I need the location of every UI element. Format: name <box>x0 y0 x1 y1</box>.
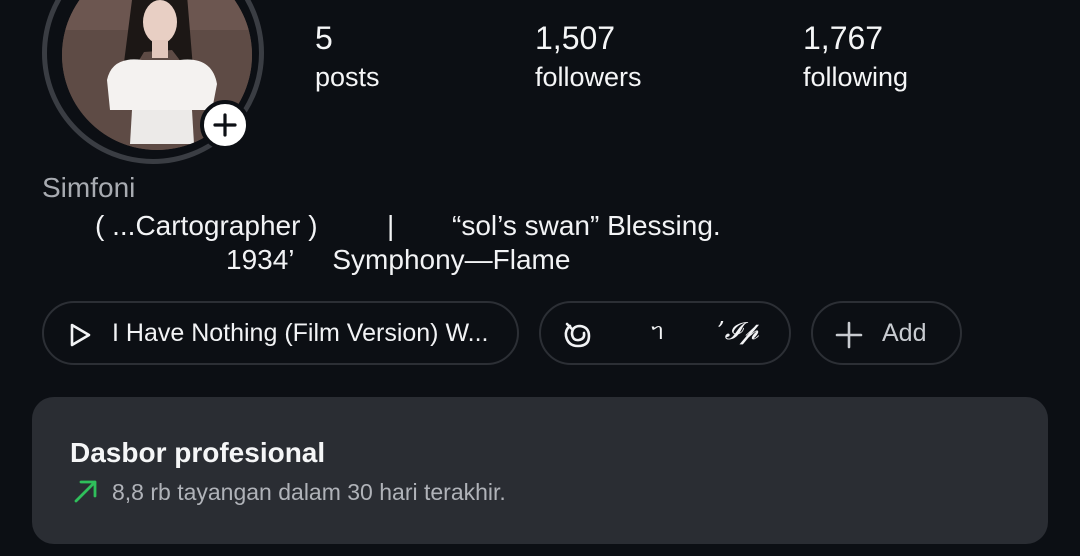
stat-posts-label: posts <box>315 62 380 92</box>
play-icon <box>70 323 91 347</box>
stat-followers-value: 1,507 <box>535 20 616 56</box>
profile-name: Simfoni <box>42 172 136 203</box>
add-story-icon <box>213 113 237 137</box>
stat-posts-value: 5 <box>315 20 333 56</box>
professional-dashboard-card[interactable]: Dasbor profesional 8,8 rb tayangan dalam… <box>32 397 1048 544</box>
dashboard-subtitle: 8,8 rb tayangan dalam 30 hari terakhir. <box>112 479 506 505</box>
add-link-button[interactable]: Add <box>811 301 962 365</box>
stat-following-label: following <box>803 62 909 92</box>
music-title: I Have Nothing (Film Version) W... <box>112 319 489 347</box>
bio-separator: | <box>387 210 395 241</box>
add-label: Add <box>882 319 927 347</box>
plus-icon <box>835 321 863 349</box>
threads-icon <box>564 322 591 348</box>
link-glyph-1: ᥐ <box>651 317 664 345</box>
bio-line-1a: ( ...Cartographer ) <box>95 210 318 241</box>
stat-followers-label: followers <box>535 62 642 92</box>
stat-followers[interactable]: 1,507 followers <box>535 18 642 96</box>
bio-line-1b: “sol’s swan” Blessing. <box>452 210 721 241</box>
add-story-button[interactable] <box>200 100 250 150</box>
links-pill[interactable]: ᥐ ’𝓘𝓹 <box>539 301 791 365</box>
stat-following[interactable]: 1,767 following <box>803 18 908 96</box>
music-pill[interactable]: I Have Nothing (Film Version) W... <box>42 301 519 365</box>
bio-line-2: 1934’ Symphony—Flame <box>226 244 571 275</box>
link-glyph-2: ’𝓘𝓹 <box>717 317 760 345</box>
trend-up-icon <box>74 480 97 503</box>
stat-following-value: 1,767 <box>803 20 884 56</box>
dashboard-title: Dasbor profesional <box>70 437 326 468</box>
stat-posts[interactable]: 5 posts <box>315 18 380 96</box>
